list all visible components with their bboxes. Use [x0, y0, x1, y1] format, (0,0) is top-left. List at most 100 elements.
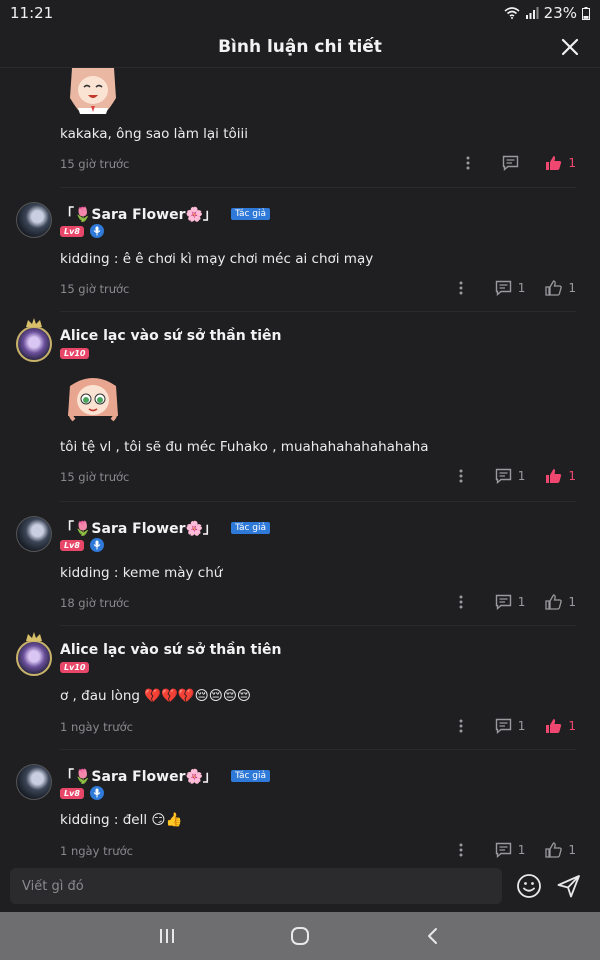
- like-icon: [545, 842, 563, 858]
- avatar[interactable]: [16, 764, 52, 800]
- badge-row: Lv8: [60, 224, 104, 238]
- comment-icon: [495, 842, 511, 858]
- reply-count: 1: [517, 843, 526, 857]
- status-time: 11:21: [10, 4, 54, 22]
- comment-item: Alice lạc vào sứ sở thần tiên Lv10 tôi t…: [0, 312, 600, 502]
- comment-icon: [503, 155, 519, 171]
- avatar[interactable]: [16, 516, 52, 552]
- back-button[interactable]: [413, 921, 453, 951]
- more-options-button[interactable]: [453, 593, 469, 611]
- comment-actions: 1: [460, 154, 576, 172]
- comment-item: 「🌷Sara Flower🌸」 Tác giả Lv8 kidding : đe…: [0, 750, 600, 860]
- comment-text: tôi tệ vl , tôi sẽ đu méc Fuhako , muaha…: [60, 439, 429, 455]
- anime-girl-sticker: [68, 378, 118, 422]
- emoji-icon[interactable]: [516, 873, 542, 899]
- close-icon[interactable]: [558, 35, 582, 59]
- level-badge: Lv10: [60, 348, 90, 359]
- author-name[interactable]: 「🌷Sara Flower🌸」: [60, 766, 217, 786]
- like-button[interactable]: 1: [545, 842, 576, 858]
- comment-input[interactable]: [10, 868, 502, 904]
- reply-button[interactable]: 1: [495, 468, 526, 484]
- reply-count: 1: [517, 595, 526, 609]
- more-options-button[interactable]: [460, 154, 476, 172]
- more-options-button[interactable]: [453, 717, 469, 735]
- author-name[interactable]: Alice lạc vào sứ sở thần tiên: [60, 642, 281, 658]
- crown-frame-icon: [26, 318, 42, 327]
- like-count: 1: [568, 843, 576, 857]
- reply-button[interactable]: [502, 155, 525, 171]
- more-options-button[interactable]: [453, 279, 469, 297]
- comment-text: kidding : ê ê chơi kì mạy chơi méc ai ch…: [60, 251, 374, 267]
- comment-composer: [0, 860, 600, 912]
- like-button[interactable]: 1: [545, 280, 576, 296]
- back-icon: [428, 928, 438, 944]
- comment-text: kidding : keme mày chứ: [60, 565, 223, 581]
- reply-count: 1: [517, 719, 526, 733]
- author-badge: Tác giả: [230, 770, 270, 782]
- recent-apps-icon: [159, 929, 174, 943]
- recent-apps-button[interactable]: [147, 921, 187, 951]
- comment-icon: [495, 468, 511, 484]
- send-icon[interactable]: [556, 873, 582, 899]
- like-button[interactable]: 1: [545, 594, 576, 610]
- author-name[interactable]: 「🌷Sara Flower🌸」: [60, 518, 217, 538]
- avatar[interactable]: [16, 202, 52, 238]
- more-icon: [459, 719, 463, 733]
- like-icon: [546, 156, 562, 170]
- comment-item: kakaka, ông sao làm lại tôiii 15 giờ trư…: [0, 68, 600, 188]
- level-badge: Lv10: [60, 662, 90, 673]
- comment-actions: 1 1: [453, 279, 576, 297]
- more-options-button[interactable]: [453, 841, 469, 859]
- page-title: Bình luận chi tiết: [218, 36, 382, 57]
- like-button[interactable]: 1: [545, 155, 576, 171]
- reply-button[interactable]: 1: [495, 718, 526, 734]
- comment-actions: 1 1: [453, 841, 576, 859]
- comment-time: 15 giờ trước: [60, 470, 130, 484]
- avatar[interactable]: [16, 640, 52, 676]
- comment-icon: [495, 594, 511, 610]
- comment-thread[interactable]: kakaka, ông sao làm lại tôiii 15 giờ trư…: [0, 68, 600, 860]
- like-count: 1: [568, 595, 576, 609]
- comment-text: kakaka, ông sao làm lại tôiii: [60, 126, 249, 142]
- status-bar: 11:21 23%: [0, 0, 600, 26]
- like-button[interactable]: 1: [545, 718, 576, 734]
- reply-button[interactable]: 1: [495, 594, 526, 610]
- comment-time: 18 giờ trước: [60, 596, 130, 610]
- author-row: 「🌷Sara Flower🌸」 Tác giả: [60, 204, 270, 224]
- header: Bình luận chi tiết: [0, 26, 600, 68]
- home-icon: [290, 927, 309, 945]
- system-navigation-bar: [0, 912, 600, 960]
- author-row: 「🌷Sara Flower🌸」 Tác giả: [60, 766, 270, 786]
- comment-time: 1 ngày trước: [60, 844, 133, 858]
- author-name[interactable]: 「🌷Sara Flower🌸」: [60, 204, 217, 224]
- more-options-button[interactable]: [453, 467, 469, 485]
- more-icon: [466, 156, 470, 170]
- reply-count: 1: [517, 469, 526, 483]
- like-icon: [546, 469, 562, 483]
- author-name[interactable]: Alice lạc vào sứ sở thần tiên: [60, 328, 281, 344]
- comment-item: 「🌷Sara Flower🌸」 Tác giả Lv8 kidding : ke…: [0, 502, 600, 626]
- badge-row: Lv8: [60, 786, 104, 800]
- mic-badge: [89, 224, 104, 238]
- like-button[interactable]: 1: [545, 468, 576, 484]
- reply-button[interactable]: 1: [495, 842, 526, 858]
- anime-girl-sticker: [70, 68, 116, 114]
- avatar[interactable]: [16, 326, 52, 362]
- level-badge: Lv8: [60, 539, 84, 551]
- comment-time: 15 giờ trước: [60, 282, 130, 296]
- home-button[interactable]: [280, 921, 320, 951]
- comment-text: kidding : đell 😏👍: [60, 812, 183, 828]
- mic-icon: [93, 788, 101, 798]
- comment-item: Alice lạc vào sứ sở thần tiên Lv10 ơ , đ…: [0, 626, 600, 750]
- mic-icon: [93, 540, 101, 550]
- status-indicators: 23%: [504, 4, 590, 22]
- more-icon: [459, 595, 463, 609]
- author-badge: Tác giả: [230, 522, 270, 534]
- like-count: 1: [568, 156, 576, 170]
- author-row: Alice lạc vào sứ sở thần tiên: [60, 328, 281, 344]
- badge-row: Lv8: [60, 538, 104, 552]
- like-count: 1: [568, 719, 576, 733]
- reply-button[interactable]: 1: [495, 280, 525, 296]
- mic-badge: [89, 786, 104, 800]
- battery-percentage: 23%: [543, 4, 577, 22]
